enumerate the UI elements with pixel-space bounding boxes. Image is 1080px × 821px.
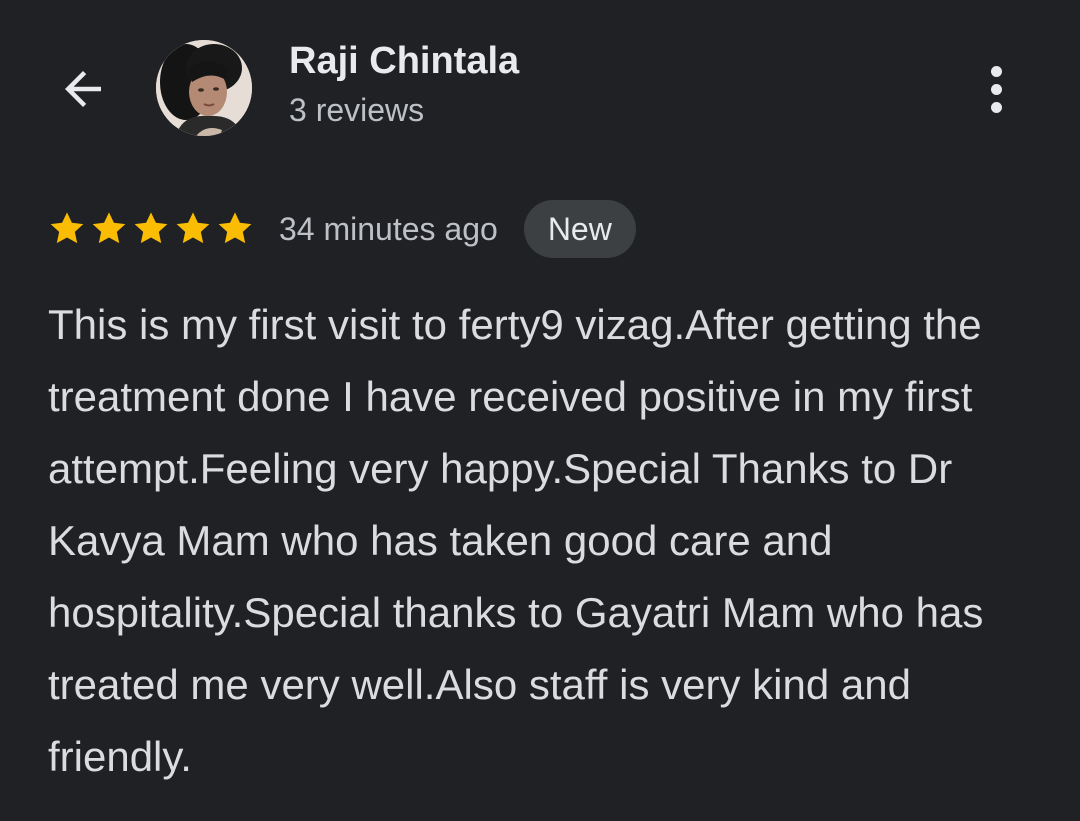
more-vert-icon-dot <box>990 65 1002 77</box>
new-badge: New <box>523 200 636 258</box>
star-icon <box>218 212 252 244</box>
arrow-back-icon <box>65 71 101 107</box>
star-icon <box>134 212 168 244</box>
star-icon <box>176 212 210 244</box>
review-text: This is my first visit to ferty9 vizag.A… <box>48 301 984 780</box>
reviewer-review-count: 3 reviews <box>289 92 425 128</box>
more-options-button[interactable] <box>970 60 1022 118</box>
reviewer-name[interactable]: Raji Chintala <box>289 40 519 83</box>
review-meta-row: 34 minutes ago New <box>47 200 636 258</box>
star-icon <box>92 212 126 244</box>
reviewer-avatar[interactable] <box>156 40 252 136</box>
back-button[interactable] <box>52 58 114 120</box>
avatar-portrait <box>156 40 252 136</box>
star-icon <box>50 212 84 244</box>
star-rating <box>47 209 255 249</box>
more-vert-icon-dot <box>990 83 1002 95</box>
more-vert-icon-dot <box>990 101 1002 113</box>
review-timestamp: 34 minutes ago <box>279 210 498 247</box>
